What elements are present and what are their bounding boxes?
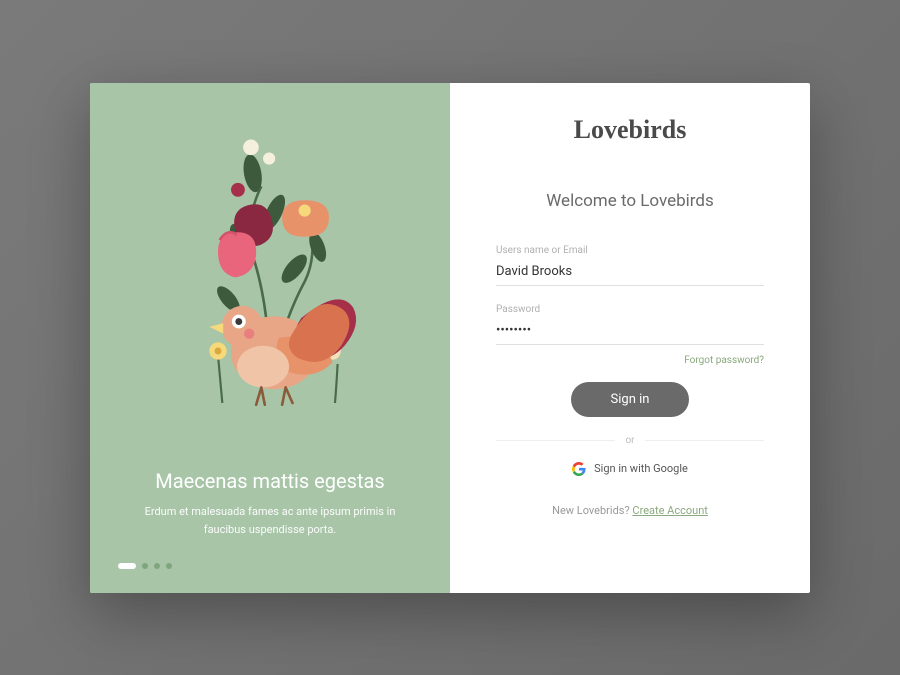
username-label: Users name or Email	[496, 245, 764, 256]
signin-button[interactable]: Sign in	[571, 382, 690, 417]
divider-text: or	[625, 435, 634, 446]
onboarding-panel: Maecenas mattis egestas Erdum et malesua…	[90, 83, 450, 593]
password-label: Password	[496, 304, 764, 315]
forgot-password-link[interactable]: Forgot password?	[496, 355, 764, 366]
pager-dot-1[interactable]	[118, 563, 136, 569]
login-card: Maecenas mattis egestas Erdum et malesua…	[90, 83, 810, 593]
username-input[interactable]	[496, 260, 764, 286]
google-signin-button[interactable]: Sign in with Google	[496, 462, 764, 476]
pager-dot-2[interactable]	[142, 563, 148, 569]
divider-line-left	[496, 440, 615, 441]
username-field-group: Users name or Email	[496, 245, 764, 286]
pager-dot-4[interactable]	[166, 563, 172, 569]
onboarding-subtitle: Erdum et malesuada fames ac ante ipsum p…	[118, 503, 422, 538]
create-account-link[interactable]: Create Account	[632, 504, 707, 517]
password-field-group: Password	[496, 304, 764, 345]
welcome-heading: Welcome to Lovebirds	[496, 191, 764, 211]
google-signin-label: Sign in with Google	[594, 462, 688, 475]
pagination-dots	[118, 563, 422, 569]
new-user-text: New Lovebrids?	[552, 504, 632, 517]
google-icon	[572, 462, 586, 476]
divider-line-right	[645, 440, 764, 441]
bird-illustration	[90, 103, 450, 443]
login-panel: Lovebirds Welcome to Lovebirds Users nam…	[450, 83, 810, 593]
divider: or	[496, 435, 764, 446]
create-account-row: New Lovebrids? Create Account	[496, 504, 764, 517]
password-input[interactable]	[496, 319, 764, 345]
brand-logo: Lovebirds	[496, 115, 764, 145]
pager-dot-3[interactable]	[154, 563, 160, 569]
onboarding-title: Maecenas mattis egestas	[118, 469, 422, 493]
